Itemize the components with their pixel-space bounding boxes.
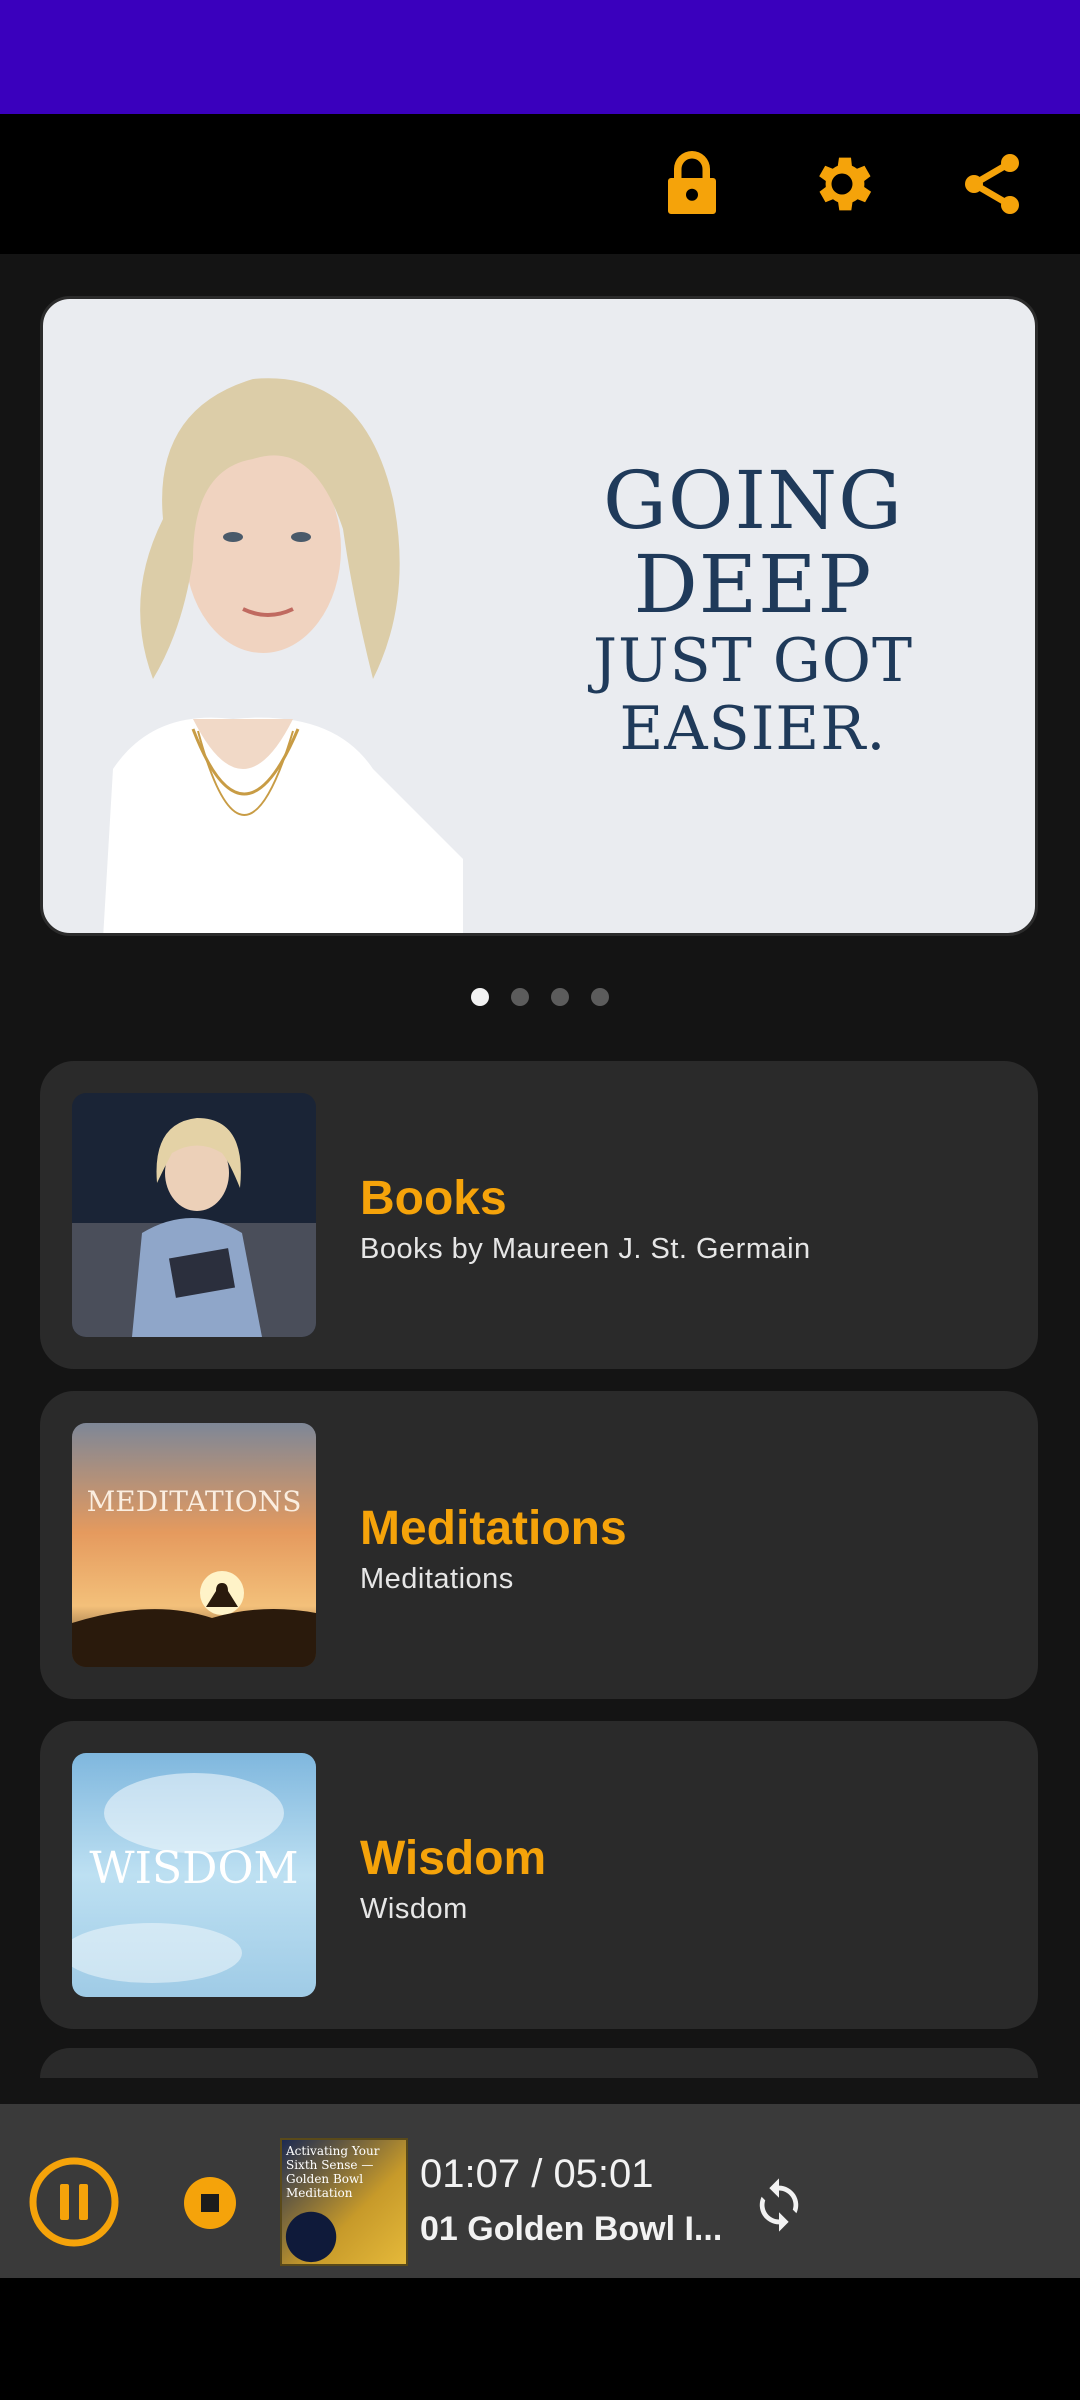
sync-icon	[759, 2178, 799, 2232]
meditations-thumb-text: MEDITATIONS	[87, 1485, 302, 1518]
author-portrait	[103, 378, 463, 933]
cover-art-text: Activating Your Sixth Sense — Golden Bow…	[286, 2144, 380, 2200]
category-card-wisdom[interactable]: WISDOM Wisdom Wisdom	[40, 1721, 1038, 2029]
books-thumbnail	[72, 1093, 316, 1337]
wisdom-thumb-text: WISDOM	[89, 1843, 298, 1894]
navigation-bar	[0, 2278, 1080, 2400]
banner-line-1: GOING DEEP	[603, 454, 903, 631]
lock-icon[interactable]	[652, 140, 732, 228]
track-title[interactable]: 01 Golden Bowl I...	[420, 2210, 722, 2249]
repeat-button[interactable]	[750, 2176, 808, 2234]
card-subtitle: Meditations	[360, 1563, 514, 1595]
gear-icon[interactable]	[802, 140, 882, 228]
carousel-dot-4[interactable]	[591, 988, 609, 1006]
category-card-meditations[interactable]: MEDITATIONS Meditations Meditations	[40, 1391, 1038, 1699]
top-app-bar	[0, 114, 1080, 254]
carousel-dot-3[interactable]	[551, 988, 569, 1006]
meditations-thumbnail: MEDITATIONS	[72, 1423, 316, 1667]
carousel-indicator	[0, 988, 1080, 1006]
stop-button[interactable]	[184, 2177, 236, 2229]
card-subtitle: Wisdom	[360, 1893, 468, 1925]
banner-headline: GOING DEEP JUST GOT EASIER.	[473, 454, 1033, 764]
card-title: Wisdom	[360, 1832, 547, 1885]
card-title: Meditations	[360, 1502, 627, 1555]
status-bar	[0, 0, 1080, 114]
card-subtitle: Books by Maureen J. St. Germain	[360, 1233, 811, 1265]
category-card-partial[interactable]	[40, 2048, 1038, 2078]
banner-line-2: JUST GOT EASIER.	[593, 626, 913, 764]
track-cover-art: Activating Your Sixth Sense — Golden Bow…	[280, 2138, 408, 2266]
hero-banner[interactable]: GOING DEEP JUST GOT EASIER.	[40, 296, 1038, 936]
wisdom-thumbnail: WISDOM	[72, 1753, 316, 1997]
carousel-dot-2[interactable]	[511, 988, 529, 1006]
share-icon[interactable]	[952, 140, 1032, 228]
playback-time: 01:07 / 05:01	[420, 2152, 654, 2196]
stop-icon	[184, 2177, 236, 2229]
pause-icon	[29, 2157, 119, 2247]
card-title: Books	[360, 1172, 507, 1225]
category-card-books[interactable]: Books Books by Maureen J. St. Germain	[40, 1061, 1038, 1369]
pause-button[interactable]	[28, 2156, 120, 2248]
carousel-dot-1[interactable]	[471, 988, 489, 1006]
